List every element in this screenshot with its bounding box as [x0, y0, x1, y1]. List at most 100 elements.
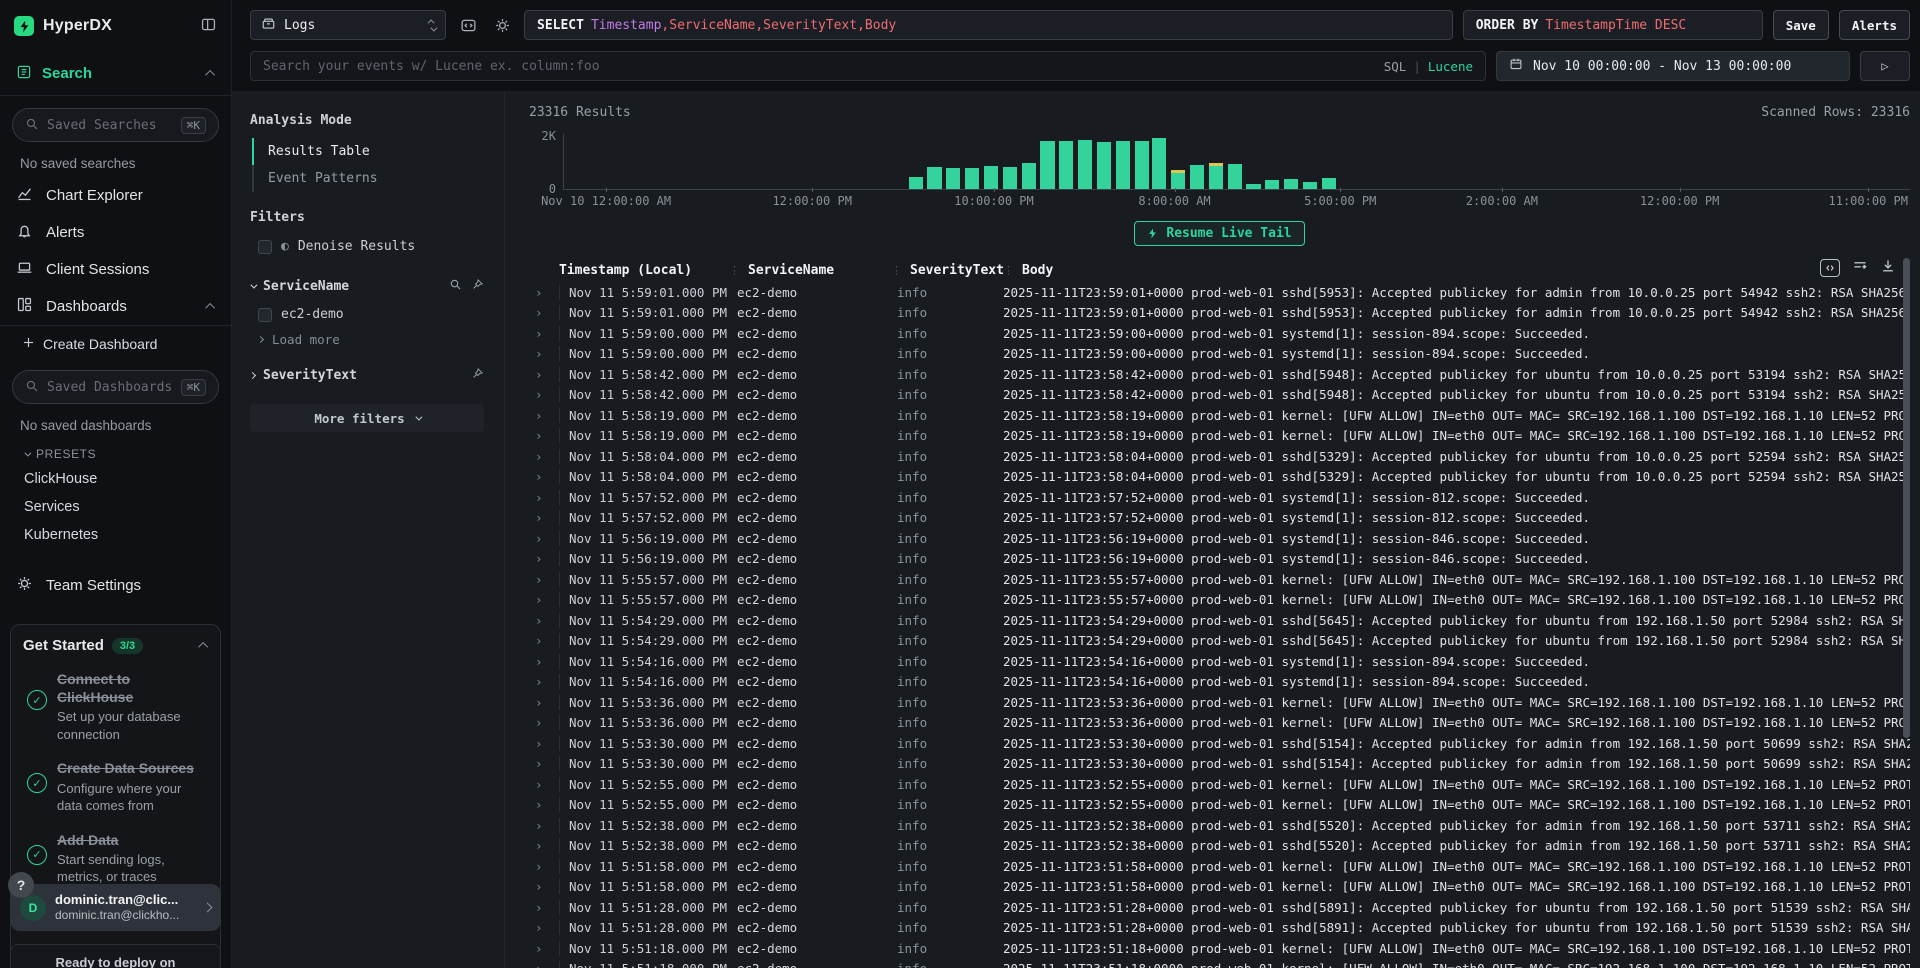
table-row[interactable]: ›Nov 11 5:56:19.000 PMec2-demoinfo2025-1…	[529, 549, 1910, 570]
event-search-input[interactable]	[263, 59, 1374, 74]
histogram-bar[interactable]	[1284, 179, 1298, 189]
histogram-bar[interactable]	[965, 168, 979, 189]
table-row[interactable]: ›Nov 11 5:54:16.000 PMec2-demoinfo2025-1…	[529, 651, 1910, 672]
row-expand-chevron[interactable]: ›	[529, 305, 559, 320]
filter-group-severitytext[interactable]: SeverityText	[250, 367, 484, 384]
date-range-picker[interactable]: Nov 10 00:00:00 - Nov 13 00:00:00	[1496, 51, 1850, 81]
sql-toggle[interactable]: SQL	[1384, 59, 1407, 74]
column-header-timestamp[interactable]: Timestamp (Local)	[559, 263, 729, 278]
denoise-checkbox[interactable]	[258, 240, 272, 254]
row-expand-chevron[interactable]: ›	[529, 797, 559, 812]
column-header-servicename[interactable]: ⋮ServiceName	[729, 263, 891, 278]
row-expand-chevron[interactable]: ›	[529, 654, 559, 669]
row-expand-chevron[interactable]: ›	[529, 879, 559, 894]
select-columns-input[interactable]: SELECT Timestamp,ServiceName,SeverityTex…	[524, 10, 1453, 40]
row-expand-chevron[interactable]: ›	[529, 777, 559, 792]
histogram-bar[interactable]	[1116, 141, 1130, 189]
histogram-bar[interactable]	[1303, 182, 1317, 189]
table-row[interactable]: ›Nov 11 5:58:04.000 PMec2-demoinfo2025-1…	[529, 446, 1910, 467]
table-row[interactable]: ›Nov 11 5:51:58.000 PMec2-demoinfo2025-1…	[529, 856, 1910, 877]
table-row[interactable]: ›Nov 11 5:57:52.000 PMec2-demoinfo2025-1…	[529, 508, 1910, 529]
table-row[interactable]: ›Nov 11 5:55:57.000 PMec2-demoinfo2025-1…	[529, 590, 1910, 611]
row-expand-chevron[interactable]: ›	[529, 285, 559, 300]
row-expand-chevron[interactable]: ›	[529, 592, 559, 607]
table-row[interactable]: ›Nov 11 5:54:29.000 PMec2-demoinfo2025-1…	[529, 631, 1910, 652]
histogram-bar[interactable]	[1228, 164, 1242, 189]
table-row[interactable]: ›Nov 11 5:59:00.000 PMec2-demoinfo2025-1…	[529, 323, 1910, 344]
histogram-bar[interactable]	[1059, 141, 1073, 189]
histogram-bar[interactable]	[927, 167, 941, 189]
histogram-bar[interactable]	[909, 177, 923, 189]
histogram-bar[interactable]	[1097, 142, 1111, 189]
filter-group-servicename[interactable]: ServiceName	[250, 278, 484, 295]
preset-services[interactable]: Services	[0, 493, 231, 521]
pin-icon[interactable]	[471, 278, 484, 295]
histogram-bar[interactable]	[1135, 141, 1149, 189]
table-row[interactable]: ›Nov 11 5:59:00.000 PMec2-demoinfo2025-1…	[529, 344, 1910, 365]
resume-live-tail-button[interactable]: Resume Live Tail	[1134, 221, 1304, 246]
table-row[interactable]: ›Nov 11 5:58:42.000 PMec2-demoinfo2025-1…	[529, 364, 1910, 385]
histogram-bar[interactable]	[1003, 167, 1017, 189]
presets-toggle[interactable]: PRESETS	[0, 439, 231, 465]
table-row[interactable]: ›Nov 11 5:58:19.000 PMec2-demoinfo2025-1…	[529, 426, 1910, 447]
row-expand-chevron[interactable]: ›	[529, 633, 559, 648]
histogram-bar[interactable]	[1152, 138, 1166, 189]
source-select[interactable]: Logs	[250, 10, 446, 40]
table-row[interactable]: ›Nov 11 5:58:04.000 PMec2-demoinfo2025-1…	[529, 467, 1910, 488]
row-expand-chevron[interactable]: ›	[529, 531, 559, 546]
table-row[interactable]: ›Nov 11 5:55:57.000 PMec2-demoinfo2025-1…	[529, 569, 1910, 590]
row-expand-chevron[interactable]: ›	[529, 367, 559, 382]
histogram-bar[interactable]	[946, 168, 960, 189]
source-settings-gear-button[interactable]	[490, 13, 514, 37]
save-button[interactable]: Save	[1773, 10, 1829, 40]
row-expand-chevron[interactable]: ›	[529, 941, 559, 956]
histogram-bar[interactable]	[1246, 184, 1260, 189]
edit-source-code-button[interactable]	[456, 13, 480, 37]
column-separator[interactable]: ⋮	[1003, 264, 1014, 277]
row-expand-chevron[interactable]: ›	[529, 613, 559, 628]
histogram-bar[interactable]	[1040, 141, 1054, 189]
row-expand-chevron[interactable]: ›	[529, 736, 559, 751]
histogram-bar[interactable]	[984, 166, 998, 189]
alerts-button[interactable]: Alerts	[1839, 10, 1910, 40]
row-expand-chevron[interactable]: ›	[529, 449, 559, 464]
chevron-up-icon[interactable]	[205, 303, 215, 313]
run-query-button[interactable]: ▷	[1860, 51, 1910, 81]
row-expand-chevron[interactable]: ›	[529, 756, 559, 771]
load-more-button[interactable]: Load more	[250, 326, 484, 347]
table-row[interactable]: ›Nov 11 5:59:01.000 PMec2-demoinfo2025-1…	[529, 282, 1910, 303]
chevron-up-icon[interactable]	[205, 70, 215, 80]
column-header-body[interactable]: ⋮Body	[1003, 263, 1910, 278]
row-expand-chevron[interactable]: ›	[529, 715, 559, 730]
row-expand-chevron[interactable]: ›	[529, 551, 559, 566]
sidebar-item-team-settings[interactable]: Team Settings	[0, 567, 231, 604]
table-row[interactable]: ›Nov 11 5:52:55.000 PMec2-demoinfo2025-1…	[529, 774, 1910, 795]
row-expand-chevron[interactable]: ›	[529, 510, 559, 525]
table-row[interactable]: ›Nov 11 5:53:36.000 PMec2-demoinfo2025-1…	[529, 692, 1910, 713]
table-row[interactable]: ›Nov 11 5:51:28.000 PMec2-demoinfo2025-1…	[529, 918, 1910, 939]
table-row[interactable]: ›Nov 11 5:53:30.000 PMec2-demoinfo2025-1…	[529, 754, 1910, 775]
table-row[interactable]: ›Nov 11 5:51:28.000 PMec2-demoinfo2025-1…	[529, 897, 1910, 918]
row-expand-chevron[interactable]: ›	[529, 490, 559, 505]
row-expand-chevron[interactable]: ›	[529, 695, 559, 710]
row-expand-chevron[interactable]: ›	[529, 326, 559, 341]
lucene-toggle[interactable]: Lucene	[1428, 59, 1473, 74]
histogram-bar[interactable]	[1265, 180, 1279, 189]
filter-search-icon[interactable]	[449, 278, 462, 295]
sidebar-collapse-icon[interactable]	[200, 16, 217, 36]
wrap-lines-icon[interactable]	[1852, 258, 1868, 278]
column-header-severitytext[interactable]: ⋮SeverityText	[891, 263, 1003, 278]
sidebar-item-dashboards[interactable]: Dashboards	[0, 288, 231, 325]
table-row[interactable]: ›Nov 11 5:58:19.000 PMec2-demoinfo2025-1…	[529, 405, 1910, 426]
sidebar-item-chart-explorer[interactable]: Chart Explorer	[0, 177, 231, 214]
row-expand-chevron[interactable]: ›	[529, 900, 559, 915]
mode-results-table[interactable]: Results Table	[252, 138, 484, 165]
pin-icon[interactable]	[471, 367, 484, 384]
table-row[interactable]: ›Nov 11 5:53:30.000 PMec2-demoinfo2025-1…	[529, 733, 1910, 754]
histogram-plot[interactable]	[563, 134, 1910, 190]
chevron-up-icon[interactable]	[198, 642, 208, 652]
table-row[interactable]: ›Nov 11 5:51:18.000 PMec2-demoinfo2025-1…	[529, 959, 1910, 968]
sidebar-item-alerts[interactable]: Alerts	[0, 214, 231, 251]
denoise-results-option[interactable]: ◐ Denoise Results	[250, 235, 484, 258]
table-row[interactable]: ›Nov 11 5:52:55.000 PMec2-demoinfo2025-1…	[529, 795, 1910, 816]
